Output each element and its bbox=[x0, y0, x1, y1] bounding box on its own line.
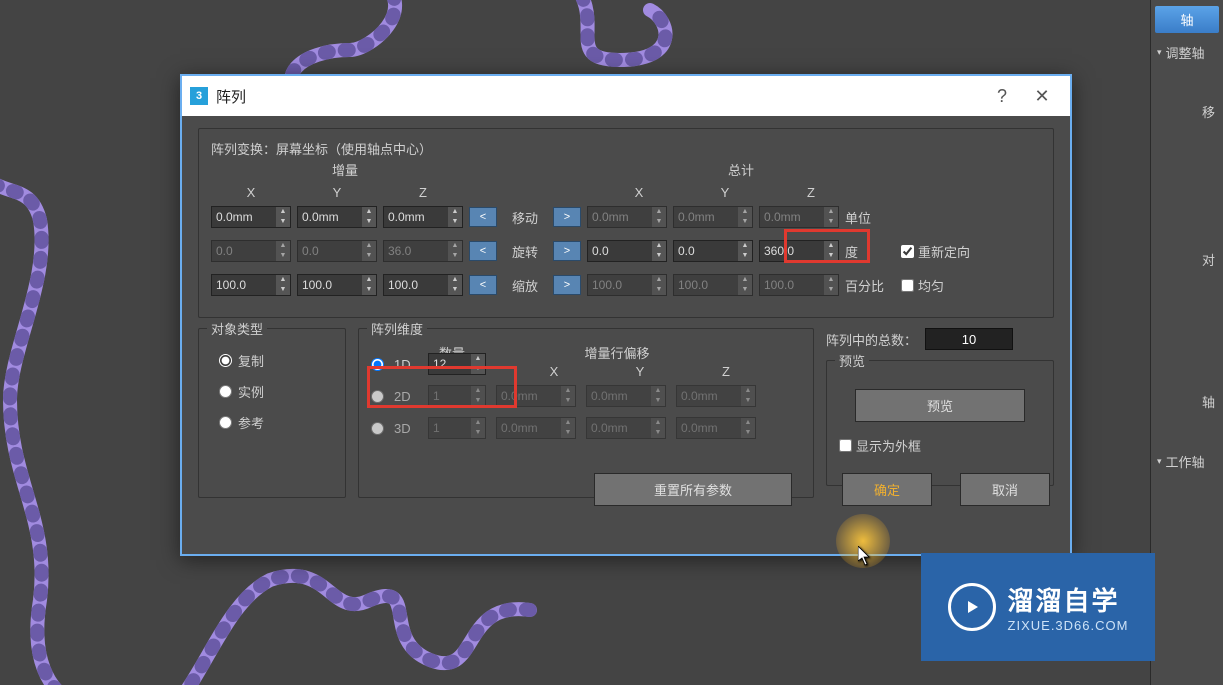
rotate-kind-left[interactable]: < bbox=[469, 241, 497, 261]
array-dialog: 3 阵列 ? ✕ 阵列变换：屏幕坐标（使用轴点中心） 增量 总计 X Y Z bbox=[180, 74, 1072, 556]
3d-z: ▲▼ bbox=[676, 417, 756, 439]
2d-y: ▲▼ bbox=[586, 385, 666, 407]
move-total-x: ▲▼ bbox=[587, 206, 667, 228]
radio-copy[interactable]: 复制 bbox=[211, 351, 333, 370]
dimensions-heading: 阵列维度 bbox=[367, 319, 427, 338]
scale-kind-left[interactable]: < bbox=[469, 275, 497, 295]
scale-incr-z[interactable]: ▲▼ bbox=[383, 274, 463, 296]
dialog-title: 阵列 bbox=[216, 86, 246, 107]
move-incr-x[interactable]: ▲▼ bbox=[211, 206, 291, 228]
object-type-heading: 对象类型 bbox=[207, 319, 267, 338]
preview-heading: 预览 bbox=[835, 351, 869, 370]
radio-reference[interactable]: 参考 bbox=[211, 413, 333, 432]
move-kind-right[interactable]: > bbox=[553, 207, 581, 227]
col-tz: Z bbox=[771, 185, 851, 200]
rollout-adjust-pivot[interactable]: 调整轴 bbox=[1151, 39, 1223, 66]
total-label: 阵列中的总数： bbox=[826, 330, 917, 349]
col-y: Y bbox=[297, 185, 377, 200]
radio-3d[interactable] bbox=[371, 422, 384, 435]
watermark-text-cn: 溜溜自学 bbox=[1008, 581, 1129, 618]
3d-label: 3D bbox=[394, 421, 418, 436]
reset-button[interactable]: 重置所有参数 bbox=[594, 473, 792, 506]
app-icon: 3 bbox=[190, 87, 208, 105]
side-label-axis: 轴 bbox=[1198, 390, 1219, 413]
move-kind-left[interactable]: < bbox=[469, 207, 497, 227]
rotate-incr-y: ▲▼ bbox=[297, 240, 377, 262]
move-total-y: ▲▼ bbox=[673, 206, 753, 228]
rotate-label: 旋转 bbox=[503, 242, 547, 261]
ok-button[interactable]: 确定 bbox=[842, 473, 932, 506]
scale-total-z: ▲▼ bbox=[759, 274, 839, 296]
group-preview: 预览 预览 显示为外框 bbox=[826, 360, 1054, 486]
incremental-label: 增量 bbox=[211, 160, 479, 179]
move-total-z: ▲▼ bbox=[759, 206, 839, 228]
rotate-incr-x: ▲▼ bbox=[211, 240, 291, 262]
cancel-button[interactable]: 取消 bbox=[960, 473, 1050, 506]
command-panel: 轴 调整轴 移 对 轴 工作轴 bbox=[1150, 0, 1223, 685]
rollout-working-pivot[interactable]: 工作轴 bbox=[1151, 448, 1223, 475]
group-array-transform: 阵列变换：屏幕坐标（使用轴点中心） 增量 总计 X Y Z X Y Z bbox=[198, 128, 1054, 318]
rotate-incr-z: ▲▼ bbox=[383, 240, 463, 262]
play-icon bbox=[948, 583, 996, 631]
scale-incr-y[interactable]: ▲▼ bbox=[297, 274, 377, 296]
help-button[interactable]: ? bbox=[982, 76, 1022, 116]
highlight-rotate-z-total bbox=[784, 229, 870, 263]
scale-total-y: ▲▼ bbox=[673, 274, 753, 296]
3d-y: ▲▼ bbox=[586, 417, 666, 439]
close-button[interactable]: ✕ bbox=[1022, 76, 1062, 116]
scale-kind-right[interactable]: > bbox=[553, 275, 581, 295]
col-ty: Y bbox=[685, 185, 765, 200]
wireframe-checkbox[interactable]: 显示为外框 bbox=[839, 436, 1041, 455]
scale-incr-x[interactable]: ▲▼ bbox=[211, 274, 291, 296]
move-incr-y[interactable]: ▲▼ bbox=[297, 206, 377, 228]
scale-label: 缩放 bbox=[503, 276, 547, 295]
3d-x: ▲▼ bbox=[496, 417, 576, 439]
dim-col-y: Y bbox=[597, 364, 683, 379]
col-tx: X bbox=[599, 185, 679, 200]
highlight-1d-count bbox=[367, 366, 517, 408]
preview-button[interactable]: 预览 bbox=[855, 389, 1025, 422]
watermark: 溜溜自学 ZIXUE.3D66.COM bbox=[921, 553, 1155, 661]
col-x: X bbox=[211, 185, 291, 200]
move-incr-z[interactable]: ▲▼ bbox=[383, 206, 463, 228]
reorient-checkbox[interactable]: 重新定向 bbox=[901, 242, 970, 261]
dim-col-z: Z bbox=[683, 364, 769, 379]
rotate-total-y[interactable]: ▲▼ bbox=[673, 240, 753, 262]
offset-label: 增量行偏移 bbox=[517, 343, 717, 362]
panel-header-axis[interactable]: 轴 bbox=[1155, 6, 1219, 33]
side-label-move: 移 bbox=[1198, 100, 1219, 123]
total-count: 10 bbox=[925, 328, 1013, 350]
uniform-checkbox[interactable]: 均匀 bbox=[901, 276, 944, 295]
transform-heading: 阵列变换：屏幕坐标（使用轴点中心） bbox=[211, 139, 432, 158]
col-z: Z bbox=[383, 185, 463, 200]
scale-total-x: ▲▼ bbox=[587, 274, 667, 296]
dim-col-x: X bbox=[511, 364, 597, 379]
watermark-url: ZIXUE.3D66.COM bbox=[1008, 618, 1129, 633]
2d-z: ▲▼ bbox=[676, 385, 756, 407]
dialog-titlebar[interactable]: 3 阵列 ? ✕ bbox=[182, 76, 1070, 116]
scale-unit: 百分比 bbox=[845, 276, 895, 295]
side-label-align: 对 bbox=[1198, 248, 1219, 271]
3d-count: ▲▼ bbox=[428, 417, 486, 439]
move-label: 移动 bbox=[503, 208, 547, 227]
rotate-kind-right[interactable]: > bbox=[553, 241, 581, 261]
radio-instance[interactable]: 实例 bbox=[211, 382, 333, 401]
totals-label: 总计 bbox=[607, 160, 875, 179]
rotate-total-x[interactable]: ▲▼ bbox=[587, 240, 667, 262]
move-unit: 单位 bbox=[845, 208, 895, 227]
